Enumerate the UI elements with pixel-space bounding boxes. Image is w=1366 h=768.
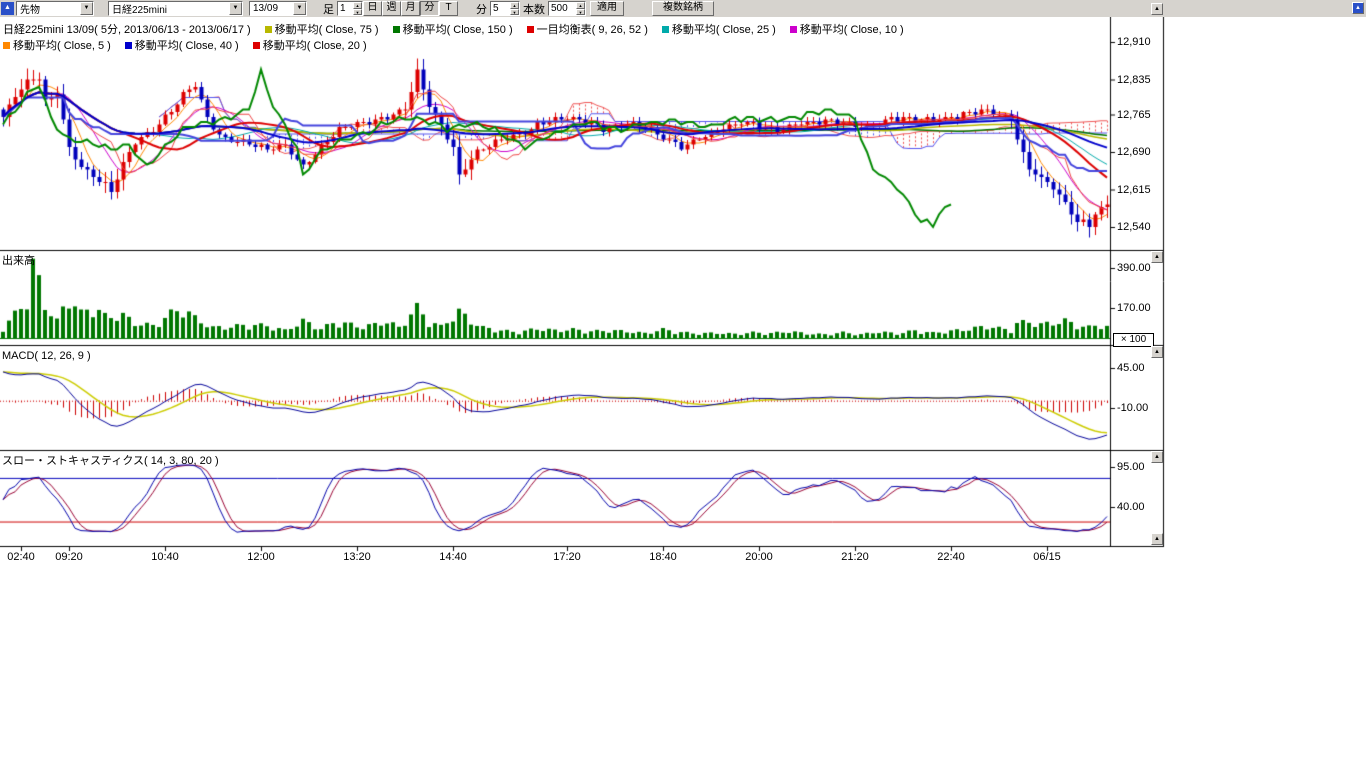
time-axis-label: 20:00	[737, 551, 781, 563]
scroll-up-button[interactable]: ▲	[1151, 251, 1163, 263]
legend-color-swatch	[125, 42, 132, 49]
category-dropdown[interactable]: 先物 ▼	[16, 1, 94, 16]
spinner-down-icon[interactable]: ▼	[576, 9, 585, 16]
price-axis-label: 12,835	[1117, 74, 1151, 86]
macd-panel-title: MACD( 12, 26, 9 )	[2, 350, 91, 362]
volume-axis-label: 390.00	[1117, 262, 1151, 274]
contract-month-dropdown[interactable]: 13/09 ▼	[249, 1, 307, 16]
macd-axis-label: 45.00	[1117, 362, 1145, 374]
legend-item: 移動平均( Close, 25 )	[662, 21, 776, 37]
legend-label: 移動平均( Close, 75 )	[275, 21, 379, 37]
minute-label: 分	[476, 1, 487, 17]
legend-item: 移動平均( Close, 75 )	[265, 21, 379, 37]
apply-button[interactable]: 適用	[590, 1, 624, 16]
legend-color-swatch	[253, 42, 260, 49]
category-dropdown-value: 先物	[20, 1, 40, 16]
time-axis-label: 13:20	[335, 551, 379, 563]
bar-count-spinner[interactable]: 500 ▲ ▼	[548, 1, 586, 16]
bar-count-label: 本数	[523, 1, 545, 17]
symbol-dropdown[interactable]: 日経225mini ▼	[108, 1, 243, 16]
stochastics-axis-label: 95.00	[1117, 461, 1145, 473]
scroll-up-button[interactable]: ▲	[1151, 451, 1163, 463]
price-axis-label: 12,765	[1117, 109, 1151, 121]
contract-month-value: 13/09	[253, 3, 278, 14]
scroll-up-button[interactable]: ▲	[1151, 533, 1163, 545]
stochastics-panel-title: スロー・ストキャスティクス( 14, 3, 80, 20 )	[2, 452, 219, 468]
scroll-up-button[interactable]: ▲	[1151, 3, 1163, 15]
period-month-button[interactable]: 月	[401, 1, 420, 16]
legend-color-swatch	[527, 26, 534, 33]
time-axis-label: 18:40	[641, 551, 685, 563]
legend-color-swatch	[393, 26, 400, 33]
corner-nav-button[interactable]: ▲	[1, 2, 14, 15]
legend-label: 移動平均( Close, 150 )	[403, 21, 513, 37]
price-axis-label: 12,615	[1117, 184, 1151, 196]
chart-legend-row1: 日経225mini 13/09( 5分, 2013/06/13 - 2013/0…	[3, 21, 904, 37]
price-axis-label: 12,690	[1117, 146, 1151, 158]
spinner-down-icon[interactable]: ▼	[353, 9, 362, 16]
chevron-down-icon[interactable]: ▼	[229, 2, 242, 15]
legend-label: 移動平均( Close, 5 )	[13, 37, 111, 53]
legend-item: 日経225mini 13/09( 5分, 2013/06/13 - 2013/0…	[3, 21, 251, 37]
price-axis-label: 12,540	[1117, 221, 1151, 233]
bar-count-value: 500	[549, 2, 576, 15]
price-chart-canvas[interactable]	[0, 17, 1366, 573]
time-axis-label: 12:00	[239, 551, 283, 563]
time-axis-label: 21:20	[833, 551, 877, 563]
legend-label: 移動平均( Close, 10 )	[800, 21, 904, 37]
legend-item: 移動平均( Close, 20 )	[253, 37, 367, 53]
macd-axis-label: -10.00	[1117, 402, 1148, 414]
app-window: { "icons": { "dropdown": "▼", "spinner_u…	[0, 0, 1366, 768]
chevron-down-icon[interactable]: ▼	[80, 2, 93, 15]
time-axis-label: 02:40	[0, 551, 43, 563]
time-axis-label: 06/15	[1025, 551, 1069, 563]
minute-interval-value: 5	[491, 2, 510, 15]
scroll-up-button[interactable]: ▲	[1151, 346, 1163, 358]
bar-interval-value: 1	[338, 2, 353, 15]
chevron-down-icon[interactable]: ▼	[293, 2, 306, 15]
legend-item: 移動平均( Close, 5 )	[3, 37, 111, 53]
scroll-up-button[interactable]: ▲	[1352, 2, 1364, 14]
volume-axis-label: 170.00	[1117, 302, 1151, 314]
legend-item: 移動平均( Close, 150 )	[393, 21, 513, 37]
chart-legend-row2: 移動平均( Close, 5 ) 移動平均( Close, 40 ) 移動平均( C…	[3, 37, 367, 53]
legend-color-swatch	[3, 42, 10, 49]
price-axis-label: 12,910	[1117, 36, 1151, 48]
minute-interval-spinner[interactable]: 5 ▲ ▼	[490, 1, 520, 16]
bar-interval-spinner[interactable]: 1 ▲ ▼	[337, 1, 363, 16]
time-axis-label: 09:20	[47, 551, 91, 563]
legend-label: 一目均衡表( 9, 26, 52 )	[537, 21, 648, 37]
legend-label: 移動平均( Close, 20 )	[263, 37, 367, 53]
period-day-button[interactable]: 日	[363, 1, 382, 16]
legend-item: 移動平均( Close, 10 )	[790, 21, 904, 37]
time-axis-label: 10:40	[143, 551, 187, 563]
time-axis-label: 17:20	[545, 551, 589, 563]
legend-color-swatch	[265, 26, 272, 33]
volume-multiplier-badge: × 100	[1113, 333, 1154, 347]
symbol-dropdown-value: 日経225mini	[112, 1, 167, 16]
bar-type-label: 足	[323, 1, 334, 17]
legend-color-swatch	[662, 26, 669, 33]
period-week-button[interactable]: 週	[382, 1, 401, 16]
stochastics-axis-label: 40.00	[1117, 501, 1145, 513]
period-tick-button[interactable]: T	[439, 1, 458, 16]
legend-item: 移動平均( Close, 40 )	[125, 37, 239, 53]
legend-label: 移動平均( Close, 25 )	[672, 21, 776, 37]
multi-symbol-button[interactable]: 複数銘柄	[652, 1, 714, 16]
spinner-down-icon[interactable]: ▼	[510, 9, 519, 16]
legend-item: 一目均衡表( 9, 26, 52 )	[527, 21, 648, 37]
legend-label: 日経225mini 13/09( 5分, 2013/06/13 - 2013/0…	[3, 21, 251, 37]
time-axis-label: 22:40	[929, 551, 973, 563]
volume-panel-title: 出来高	[2, 252, 35, 268]
period-minute-button[interactable]: 分	[420, 1, 439, 16]
legend-label: 移動平均( Close, 40 )	[135, 37, 239, 53]
legend-color-swatch	[790, 26, 797, 33]
time-axis-label: 14:40	[431, 551, 475, 563]
